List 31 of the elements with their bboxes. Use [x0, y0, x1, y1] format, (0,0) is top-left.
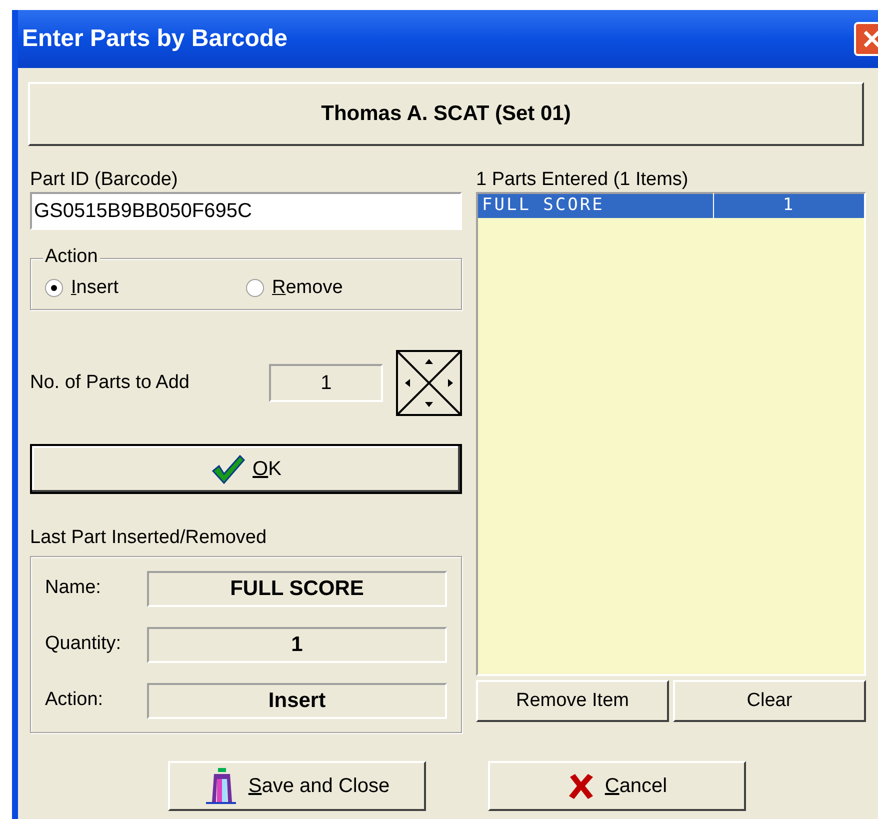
- radio-option[interactable]: Insert: [45, 266, 246, 302]
- header-title: Thomas A. SCAT (Set 01): [321, 101, 571, 128]
- detail-label: Action:: [45, 688, 104, 712]
- close-icon: [862, 29, 878, 49]
- detail-label: Quantity:: [45, 632, 122, 656]
- ok-button[interactable]: OK: [30, 444, 462, 494]
- detail-value: Insert: [147, 682, 447, 718]
- window-title: Enter Parts by Barcode: [22, 24, 288, 54]
- checkmark-icon: [210, 454, 245, 484]
- radio-button[interactable]: [246, 279, 264, 297]
- save-icon: [204, 767, 238, 805]
- detail-value: FULL SCORE: [147, 570, 447, 606]
- cancel-button[interactable]: Cancel: [488, 761, 746, 811]
- list-button[interactable]: Clear: [673, 680, 866, 722]
- radio-button[interactable]: [45, 279, 63, 297]
- detail-value: 1: [147, 626, 447, 662]
- radio-option[interactable]: Remove: [246, 266, 447, 302]
- quantity-label: No. of Parts to Add: [30, 370, 190, 395]
- part-name: FULL SCORE: [478, 193, 714, 219]
- list-button[interactable]: Remove Item: [476, 680, 669, 722]
- detail-label: Name:: [45, 576, 102, 600]
- quantity-field[interactable]: 1: [269, 364, 383, 402]
- save-button[interactable]: Save and Close: [168, 761, 426, 811]
- list-label: 1 Parts Entered (1 Items): [476, 168, 690, 192]
- cross-icon: [566, 772, 595, 800]
- section-label: Last Part Inserted/Removed: [30, 526, 268, 550]
- list-row[interactable]: FULL SCORE 1: [478, 194, 864, 218]
- field-label: Part ID (Barcode): [30, 168, 179, 192]
- spinner-icon[interactable]: [396, 350, 462, 416]
- barcode-field[interactable]: GS0515B9BB050F695C: [30, 192, 462, 230]
- part-quantity: 1: [782, 194, 796, 218]
